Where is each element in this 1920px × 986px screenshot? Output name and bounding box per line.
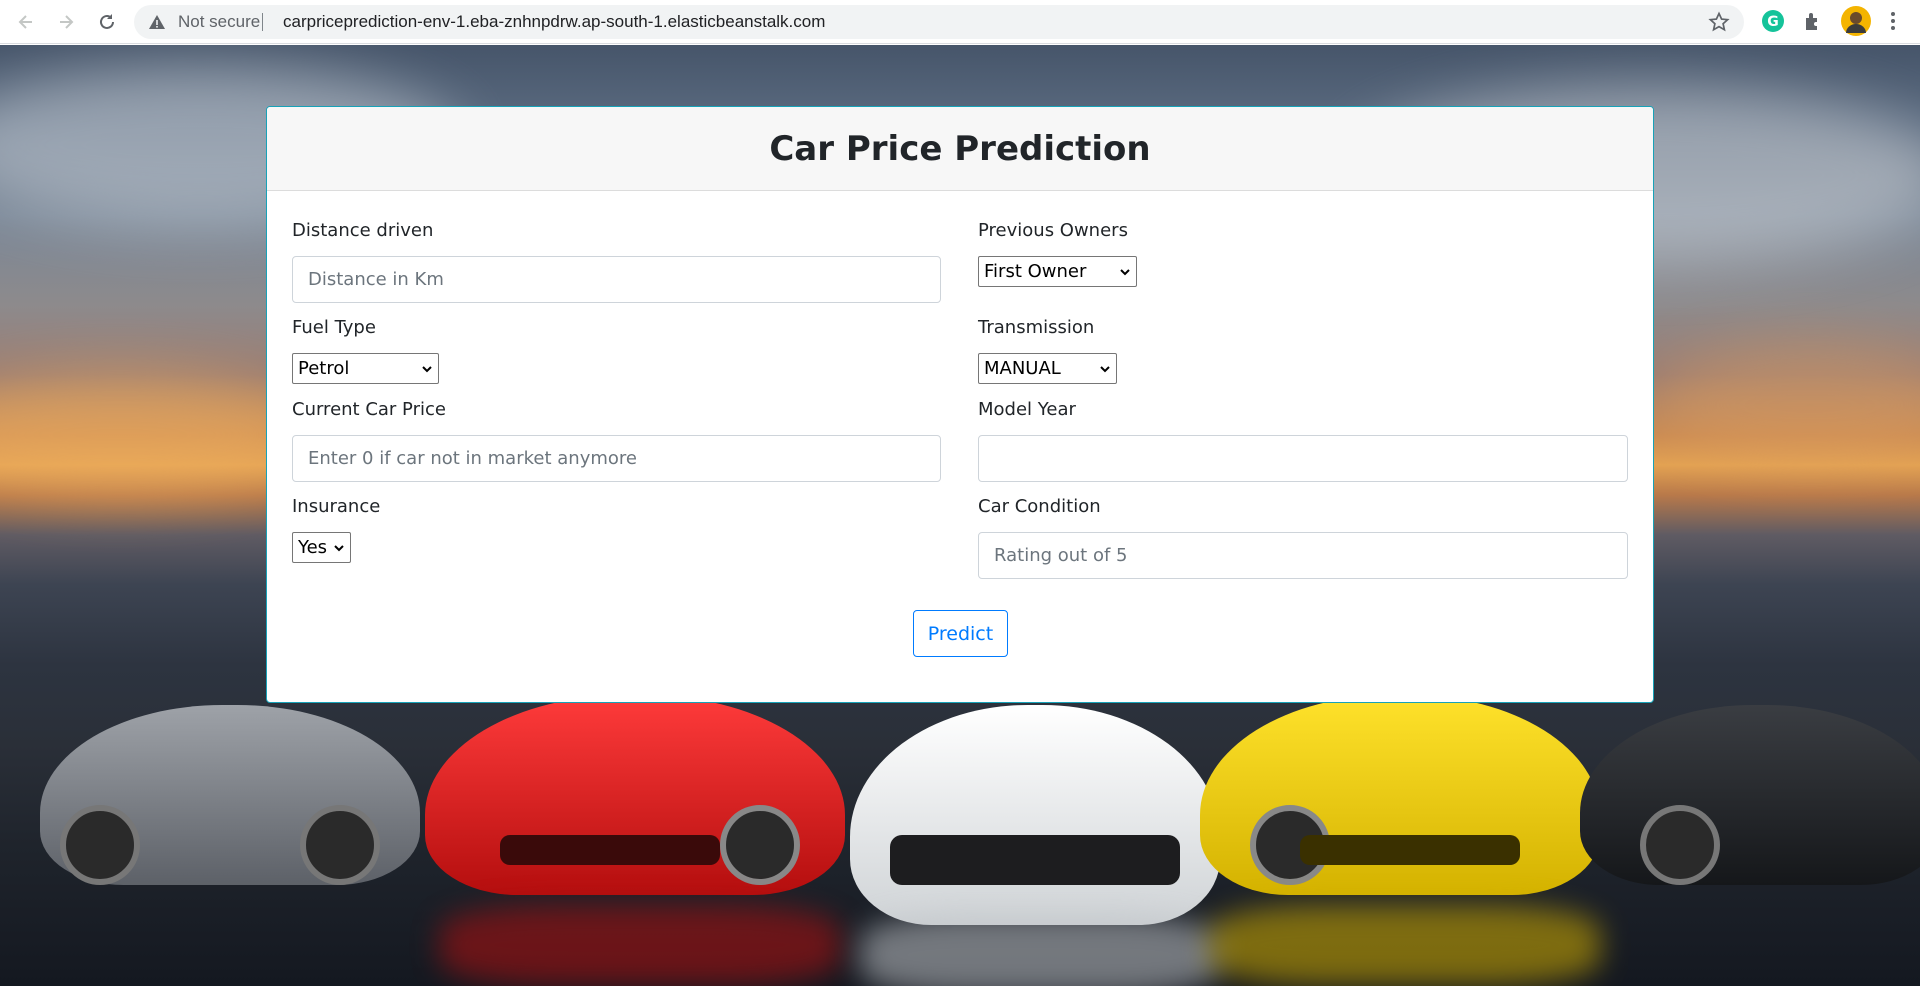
- insurance-select[interactable]: Yes: [292, 532, 351, 563]
- fuel-type-value: Petrol: [298, 358, 350, 379]
- car-white: [850, 705, 1220, 925]
- distance-label: Distance driven: [292, 220, 434, 241]
- forward-icon[interactable]: [46, 2, 86, 42]
- car-reflection: [440, 905, 840, 985]
- distance-input[interactable]: [292, 256, 941, 303]
- current-price-label: Current Car Price: [292, 399, 446, 420]
- svg-text:G: G: [1767, 14, 1779, 30]
- transmission-select[interactable]: MANUAL: [978, 353, 1117, 384]
- transmission-label: Transmission: [978, 317, 1095, 338]
- insurance-value: Yes: [298, 537, 328, 558]
- chevron-down-icon: [422, 366, 432, 373]
- car-condition-label: Car Condition: [978, 496, 1101, 517]
- previous-owners-value: First Owner: [984, 261, 1087, 282]
- insurance-label: Insurance: [292, 496, 381, 517]
- car-grille: [500, 835, 720, 865]
- previous-owners-label: Previous Owners: [978, 220, 1128, 241]
- model-year-input[interactable]: [978, 435, 1628, 482]
- divider: [262, 13, 263, 31]
- menu-icon[interactable]: [1880, 8, 1906, 34]
- car-grille: [890, 835, 1180, 885]
- car-grille: [1300, 835, 1520, 865]
- prediction-form-card: Car Price Prediction Distance driven Pre…: [266, 106, 1654, 703]
- car-black: [1580, 705, 1920, 885]
- previous-owners-select[interactable]: First Owner: [978, 256, 1137, 287]
- page-title: Car Price Prediction: [769, 128, 1151, 169]
- wheel: [720, 805, 800, 885]
- chevron-down-icon: [334, 545, 344, 552]
- card-header: Car Price Prediction: [267, 107, 1653, 191]
- chevron-down-icon: [1120, 269, 1130, 276]
- car-condition-input[interactable]: [978, 532, 1628, 579]
- chevron-down-icon: [1100, 366, 1110, 373]
- back-icon[interactable]: [6, 2, 46, 42]
- wheel: [60, 805, 140, 885]
- transmission-value: MANUAL: [984, 358, 1061, 379]
- car-reflection: [1210, 905, 1600, 985]
- profile-avatar[interactable]: [1840, 5, 1872, 37]
- fuel-type-label: Fuel Type: [292, 317, 376, 338]
- current-price-input[interactable]: [292, 435, 941, 482]
- extensions-icon[interactable]: [1800, 8, 1826, 34]
- security-status[interactable]: Not secure: [178, 12, 260, 32]
- browser-toolbar: Not secure carpriceprediction-env-1.eba-…: [0, 0, 1920, 44]
- warning-icon[interactable]: [148, 13, 166, 36]
- wheel: [1640, 805, 1720, 885]
- fuel-type-select[interactable]: Petrol: [292, 353, 439, 384]
- model-year-label: Model Year: [978, 399, 1076, 420]
- wheel: [300, 805, 380, 885]
- car-reflection: [860, 915, 1220, 986]
- sunset-glow: [1650, 345, 1920, 465]
- reload-icon[interactable]: [87, 2, 127, 42]
- predict-button[interactable]: Predict: [913, 610, 1008, 657]
- url-text[interactable]: carpriceprediction-env-1.eba-znhnpdrw.ap…: [283, 12, 825, 32]
- address-bar[interactable]: Not secure carpriceprediction-env-1.eba-…: [134, 5, 1744, 39]
- grammarly-icon[interactable]: G: [1760, 8, 1786, 34]
- bookmark-star-icon[interactable]: [1708, 11, 1730, 38]
